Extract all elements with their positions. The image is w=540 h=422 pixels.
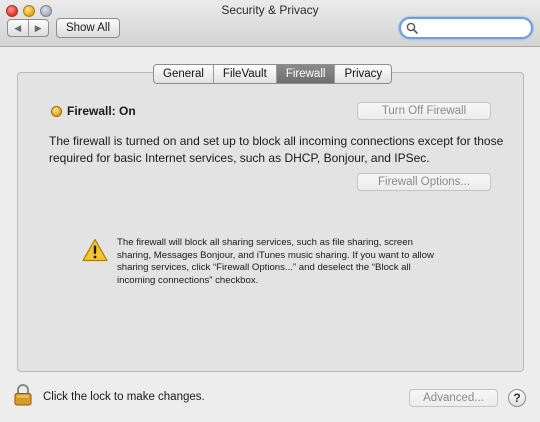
back-button[interactable]: ◀ xyxy=(8,20,28,36)
tab-firewall[interactable]: Firewall xyxy=(275,65,335,83)
help-button[interactable]: ? xyxy=(508,389,526,407)
tab-bar: General FileVault Firewall Privacy xyxy=(153,64,393,84)
advanced-button[interactable]: Advanced... xyxy=(409,389,498,407)
back-forward-control: ◀ ▶ xyxy=(7,19,49,37)
firewall-status-label: Firewall: On xyxy=(67,104,136,118)
search-field[interactable] xyxy=(399,17,533,39)
forward-button[interactable]: ▶ xyxy=(27,20,49,36)
tab-filevault[interactable]: FileVault xyxy=(212,65,276,83)
firewall-options-button[interactable]: Firewall Options... xyxy=(357,173,491,191)
firewall-description: The firewall is turned on and set up to … xyxy=(49,134,504,165)
title-bar: Security & Privacy ◀ ▶ Show All xyxy=(0,0,540,47)
lock-message: Click the lock to make changes. xyxy=(43,391,205,403)
preferences-window: Security & Privacy ◀ ▶ Show All General … xyxy=(0,0,540,422)
warning-triangle-icon xyxy=(82,238,108,262)
show-all-button[interactable]: Show All xyxy=(56,18,120,38)
sharing-warning-text: The firewall will block all sharing serv… xyxy=(117,237,434,286)
window-title: Security & Privacy xyxy=(221,3,319,17)
search-icon xyxy=(406,22,418,34)
turn-off-firewall-button[interactable]: Turn Off Firewall xyxy=(357,102,491,120)
tab-privacy[interactable]: Privacy xyxy=(334,65,391,83)
tab-general[interactable]: General xyxy=(154,65,213,83)
padlock-icon[interactable] xyxy=(14,384,32,406)
firewall-status-indicator xyxy=(51,106,62,117)
